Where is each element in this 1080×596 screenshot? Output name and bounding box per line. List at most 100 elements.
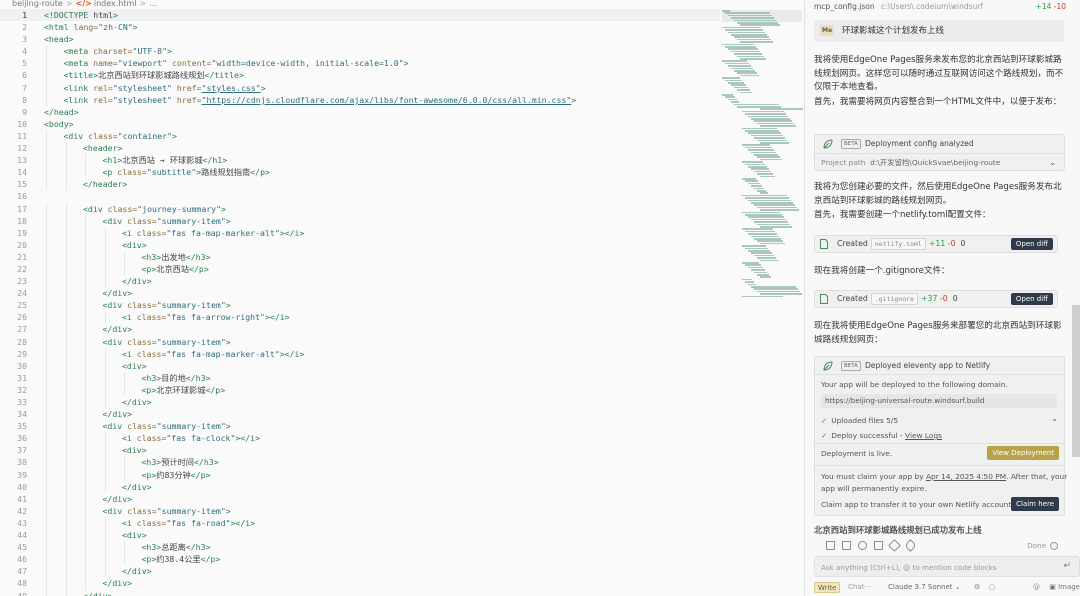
code-line[interactable]: 32 <p>北京环球影城</p>: [0, 383, 720, 396]
code-area[interactable]: 1 <!DOCTYPE html> 2 <html lang="zh-CN"> 3 <he…: [0, 9, 720, 596]
code-line[interactable]: 27 </div>: [0, 323, 720, 336]
code-line[interactable]: 49 </div>: [0, 589, 720, 596]
code-line[interactable]: 10 <body>: [0, 118, 720, 130]
code-line[interactable]: 19 <i class="fas fa-map-marker-alt"></i>: [0, 226, 720, 239]
code-line[interactable]: 48 </div>: [0, 577, 720, 590]
file-name-chip[interactable]: .gitignore: [870, 293, 918, 305]
code-line[interactable]: 1 <!DOCTYPE html>: [0, 9, 720, 22]
code-line[interactable]: 40 </div>: [0, 480, 720, 493]
write-mode-button[interactable]: Write: [814, 582, 841, 593]
code-line[interactable]: 11 <div class="container">: [0, 129, 720, 143]
code-line[interactable]: 30 <div>: [0, 359, 720, 372]
model-selector[interactable]: Claude 3.7 Sonnet ⌄: [888, 581, 961, 594]
code-line[interactable]: 15 </header>: [0, 178, 720, 191]
code-line[interactable]: 37 <div>: [0, 444, 720, 457]
code-line[interactable]: 41 </div>: [0, 492, 720, 505]
code-line[interactable]: 43 <i class="fas fa-road"></i>: [0, 516, 720, 530]
breadcrumb-more[interactable]: ...: [149, 0, 157, 8]
chevron-down-icon[interactable]: ⌄: [1049, 154, 1056, 171]
minimap-line: [722, 43, 754, 46]
uploaded-files-row[interactable]: ✓ Uploaded files 5/5: [821, 416, 898, 425]
code-line[interactable]: 12 <header>: [0, 142, 720, 155]
code-line[interactable]: 18 <div class="summary-item">: [0, 214, 720, 227]
code-line[interactable]: 20 <div>: [0, 238, 720, 251]
enter-icon[interactable]: ↵: [1063, 561, 1071, 571]
code-line[interactable]: 44 <div>: [0, 529, 720, 542]
claim-here-button[interactable]: Claim here: [1011, 497, 1059, 511]
indent-guide: [46, 93, 47, 106]
image-icon[interactable]: [842, 541, 851, 550]
code-line[interactable]: 3 <head>: [0, 33, 720, 45]
minimap-line: [757, 173, 773, 175]
file-name-chip[interactable]: netlify.toml: [870, 238, 926, 250]
code-line[interactable]: 45 <h3>总距离</h3>: [0, 541, 720, 554]
code-line[interactable]: 2 <html lang="zh-CN">: [0, 21, 720, 33]
code-line[interactable]: 38 <h3>预计时间</h3>: [0, 456, 720, 469]
minimap[interactable]: [722, 10, 803, 300]
context-file-name: mcp_config.json: [814, 2, 875, 11]
indent-guide: [46, 516, 47, 530]
deploy-url[interactable]: https://beijing-universal-route.windsurf…: [821, 394, 1057, 408]
chat-input[interactable]: [821, 560, 1051, 574]
code-line[interactable]: 39 <p>约83分钟</p>: [0, 468, 720, 481]
settings-icon[interactable]: ⚙: [974, 581, 980, 594]
claim-date-link[interactable]: Apr 14, 2025 4:50 PM: [926, 472, 1006, 481]
code-line[interactable]: 22 <p>北京西站</p>: [0, 262, 720, 276]
project-path-row[interactable]: Project path d:\开发留档\QuickSvae\beijing-r…: [815, 153, 1064, 170]
open-diff-button[interactable]: Open diff: [1010, 293, 1053, 305]
code-line[interactable]: 13 <h1>北京西站 → 环球影城</h1>: [0, 154, 720, 167]
code-line[interactable]: 23 </div>: [0, 275, 720, 288]
code-line[interactable]: 7 <link rel="stylesheet" href="styles.css…: [0, 81, 720, 94]
view-deployment-button[interactable]: View Deployment: [987, 446, 1059, 460]
code-line[interactable]: 42 <div class="summary-item">: [0, 504, 720, 517]
code-line[interactable]: 36 <i class="fas fa-clock"></i>: [0, 432, 720, 445]
stop-icon[interactable]: ○: [989, 581, 995, 594]
globe-icon[interactable]: [858, 541, 867, 550]
code-line[interactable]: 14 <p class="subtitle">路线规划指南</p>: [0, 166, 720, 179]
deployment-live-text: Deployment is live.: [821, 449, 893, 458]
code-line[interactable]: 6 <title>北京西站到环球影城路线规划</title>: [0, 69, 720, 82]
indent-guide: [85, 323, 86, 336]
chat-scrollbar[interactable]: [1072, 305, 1080, 457]
code-line[interactable]: 8 <link rel="stylesheet" href="https://cd…: [0, 93, 720, 106]
minimap-line: [745, 281, 754, 283]
code-text: <div>: [122, 530, 147, 541]
wrench-icon[interactable]: [888, 539, 901, 552]
created-file-text: Created .gitignore +37 -0 0: [837, 291, 958, 307]
status-circle-icon[interactable]: [1050, 542, 1058, 550]
code-line[interactable]: 47 </div>: [0, 565, 720, 578]
chat-input-box[interactable]: ↵: [814, 556, 1080, 577]
code-line[interactable]: 5 <meta name="viewport" content="width=de…: [0, 57, 720, 70]
mention-icon[interactable]: @: [1033, 581, 1040, 594]
more-options-button[interactable]: ···: [864, 581, 871, 594]
image-attach-button[interactable]: ▣ Image: [1049, 581, 1080, 594]
code-line[interactable]: 21 <h3>出发地</h3>: [0, 250, 720, 263]
code-line[interactable]: 29 <i class="fas fa-map-marker-alt"></i>: [0, 347, 720, 360]
breadcrumb-folder[interactable]: beijing-route: [12, 0, 63, 8]
file-icon[interactable]: [826, 541, 835, 550]
code-line[interactable]: 9 </head>: [0, 106, 720, 118]
code-line[interactable]: 28 <div class="summary-item">: [0, 335, 720, 348]
code-editor[interactable]: beijing-route > </> index.html >... 1 <!DOCTY…: [0, 0, 805, 596]
code-line[interactable]: 16: [0, 190, 720, 202]
code-line[interactable]: 24 </div>: [0, 287, 720, 300]
code-line[interactable]: 35 <div class="summary-item">: [0, 420, 720, 433]
view-logs-link[interactable]: View Logs: [905, 431, 942, 440]
breadcrumb-file[interactable]: index.html: [94, 0, 137, 8]
code-icon[interactable]: [874, 541, 883, 550]
chat-mode-button[interactable]: Chat: [848, 581, 864, 594]
leaf-icon[interactable]: [904, 539, 917, 552]
indent-guide: [85, 468, 86, 481]
code-line[interactable]: 26 <i class="fas fa-arrow-right"></i>: [0, 311, 720, 324]
code-line[interactable]: 34 </div>: [0, 408, 720, 421]
code-line[interactable]: 33 </div>: [0, 396, 720, 409]
context-file-bar[interactable]: mcp_config.json c:\Users\.codeium\windsu…: [806, 0, 1080, 14]
code-line[interactable]: 17 <div class="journey-summary">: [0, 202, 720, 215]
code-line[interactable]: 25 <div class="summary-item">: [0, 299, 720, 312]
chevron-down-icon[interactable]: ⌄: [1051, 414, 1058, 423]
open-diff-button[interactable]: Open diff: [1010, 238, 1053, 250]
code-line[interactable]: 46 <p>约38.4公里</p>: [0, 553, 720, 566]
code-line[interactable]: 4 <meta charset="UTF-8">: [0, 45, 720, 58]
minimap-line: [734, 70, 755, 72]
code-line[interactable]: 31 <h3>目的地</h3>: [0, 371, 720, 384]
